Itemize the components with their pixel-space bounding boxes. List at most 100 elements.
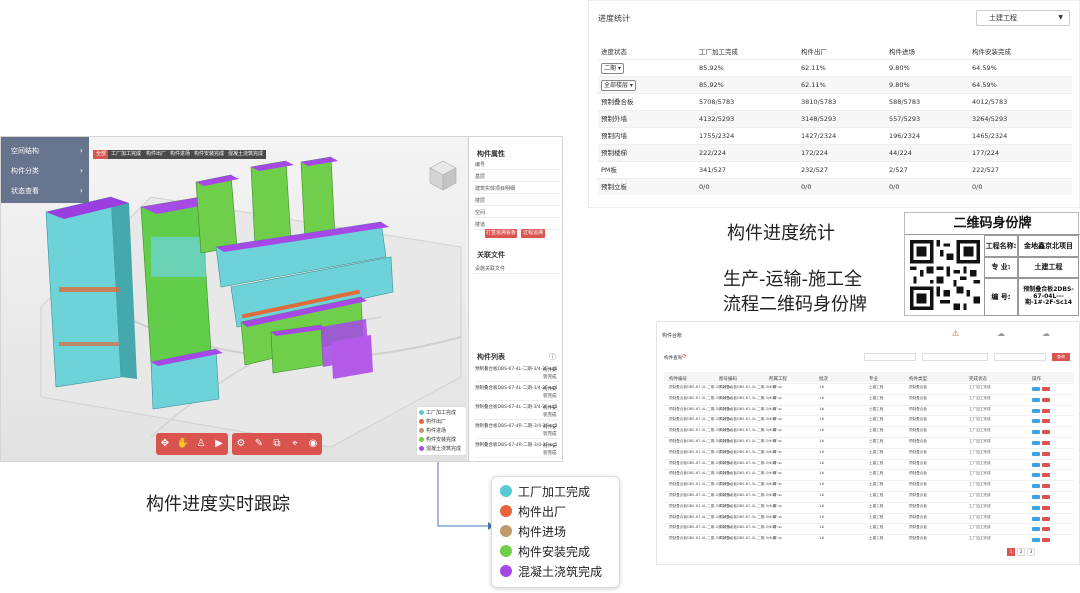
edit-button[interactable] xyxy=(1042,484,1050,489)
status-legend-small: 工厂加工完成 构件出厂 构件进场 构件安装完成 混凝土浇筑完成 xyxy=(416,406,467,456)
measure-icon[interactable]: ✎ xyxy=(250,433,268,455)
edit-button[interactable] xyxy=(1042,527,1050,532)
table-row: 预制内墙 1755/2324 1427/2324 196/2324 1465/2… xyxy=(598,127,1072,144)
view-button[interactable] xyxy=(1032,430,1040,435)
cell-batch: 1# xyxy=(819,395,825,400)
cell-project: 一期 xyxy=(769,449,777,454)
edit-button[interactable] xyxy=(1042,430,1050,435)
tag-factory[interactable]: 工厂加工完成 xyxy=(108,150,145,159)
component-list-item[interactable]: 预制叠合板DBS-67-4R-二期-3/4-2F-sc1 构件安装完成 xyxy=(475,442,559,458)
table-row[interactable]: 预制叠合板DBS-67-4L-二期-3/4-2F-sc 预制叠合板DBS-67-4… xyxy=(664,415,1074,426)
view-button[interactable] xyxy=(1032,451,1040,456)
component-list-item[interactable]: 预制叠合板DBS-67-4L-二期-3/4-2F-sd4 构件安装完成 xyxy=(475,385,559,401)
person-icon[interactable]: ♙ xyxy=(192,433,210,455)
view-button[interactable] xyxy=(1032,484,1040,489)
table-row[interactable]: 预制叠合板DBS-67-4L-二期-3/4-2F-sc 预制叠合板DBS-67-4… xyxy=(664,447,1074,459)
cell-major: 土建工程 xyxy=(869,385,884,389)
track-board-button[interactable]: 打签追溯看板 xyxy=(485,229,517,238)
phase-select[interactable]: 二期 ▾ xyxy=(601,63,624,74)
view-button[interactable] xyxy=(1032,516,1040,521)
cell-major: 土建工程 xyxy=(869,417,884,422)
view-button[interactable] xyxy=(1032,538,1040,543)
edit-button[interactable] xyxy=(1042,538,1050,543)
location-icon[interactable]: ⌖ xyxy=(286,433,304,455)
file-row[interactable]: 设施关联文件 xyxy=(473,264,561,274)
tag-all[interactable]: 全部 xyxy=(93,150,110,159)
attr-row: 空间 xyxy=(473,208,561,218)
cell-status: 工厂加工完成 xyxy=(969,482,991,487)
cell-project: 一期 xyxy=(769,417,777,422)
chevron-right-icon: › xyxy=(79,166,83,175)
edit-button[interactable] xyxy=(1042,441,1050,445)
page-button[interactable]: 3 xyxy=(1027,548,1035,556)
view-button[interactable] xyxy=(1032,441,1040,445)
navigate-icon[interactable]: ✥ xyxy=(156,433,174,455)
table-row[interactable]: 预制叠合板DBS-67-4L-二期-3/4-2F-sc 预制叠合板DBS-67-4… xyxy=(664,437,1074,448)
hand-icon[interactable]: ✋ xyxy=(174,433,192,455)
edit-button[interactable] xyxy=(1042,451,1050,456)
edit-button[interactable] xyxy=(1042,505,1050,510)
page-button[interactable]: 2 xyxy=(1017,548,1025,556)
edit-button[interactable] xyxy=(1042,473,1050,478)
cell-type: 预制叠合板 xyxy=(909,514,927,519)
cell-type: 预制叠合板 xyxy=(909,525,927,530)
section-icon[interactable]: ⧉ xyxy=(268,433,286,455)
table-row[interactable]: 预制叠合板DBS-67-4L-二期-3/4-2F-sc 预制叠合板DBS-67-4… xyxy=(664,469,1074,480)
view-button[interactable] xyxy=(1032,462,1040,467)
cell-batch: 1# xyxy=(819,514,825,519)
table-row[interactable]: 预制叠合板DBS-67-4L-二期-3/4-2F-sc 预制叠合板DBS-67-4… xyxy=(664,458,1074,470)
cell-batch: 1# xyxy=(819,482,825,487)
help-icon[interactable]: ⓘ xyxy=(549,352,556,362)
table-row[interactable]: 预制叠合板DBS-67-4L-二期-3/4-2F-sc 预制叠合板DBS-67-4… xyxy=(664,523,1074,534)
eye-icon[interactable]: ◉ xyxy=(304,433,322,455)
table-row[interactable]: 预制叠合板DBS-67-4L-二期-3/4-2F-sc 预制叠合板DBS-67-4… xyxy=(664,501,1074,513)
component-list-item[interactable]: 预制叠合板DBS-67-4R-二期-3/4-2F-sc3 构件安装完成 xyxy=(475,423,559,439)
menu-item-category[interactable]: 构件分类 › xyxy=(1,161,89,181)
table-row[interactable]: 预制叠合板DBS-67-4L-二期-3/4-2F-sc 预制叠合板DBS-67-4… xyxy=(664,393,1074,405)
edit-button[interactable] xyxy=(1042,516,1050,521)
tag-shipped[interactable]: 构件出厂 xyxy=(143,150,170,159)
table-row: 预制立板 0/0 0/0 0/0 0/0 xyxy=(598,178,1072,195)
view-button[interactable] xyxy=(1032,419,1040,424)
view-button[interactable] xyxy=(1032,505,1040,510)
edit-button[interactable] xyxy=(1042,387,1050,391)
camera-icon[interactable]: ▶ xyxy=(210,433,228,455)
table-row[interactable]: 预制叠合板DBS-67-4L-二期-3/4-2F-sc 预制叠合板DBS-67-4… xyxy=(664,512,1074,524)
project-type-select[interactable]: 土建工程 ▼ xyxy=(976,10,1070,26)
page-button[interactable]: 1 xyxy=(1007,548,1015,556)
tag-installed[interactable]: 构件安装完成 xyxy=(191,150,228,159)
view-button[interactable] xyxy=(1032,408,1040,413)
qr-value-code: 预制叠合板2DBS-67-04L---期-1#-2F-Sc14 xyxy=(1018,278,1079,316)
edit-button[interactable] xyxy=(1042,495,1050,499)
view-button[interactable] xyxy=(1032,473,1040,478)
component-list-item[interactable]: 预制叠合板DBS-67-4L-二期-3/4-2F-sd3 构件安装完成 xyxy=(475,404,559,420)
settings-icon[interactable]: ⚙ xyxy=(232,433,250,455)
edit-button[interactable] xyxy=(1042,462,1050,467)
tag-poured[interactable]: 混凝土浇筑完成 xyxy=(225,150,267,159)
trace-button[interactable]: 过程追溯 xyxy=(521,229,545,238)
tag-arrived[interactable]: 构件进场 xyxy=(167,150,194,159)
floor-select[interactable]: 全部楼层 ▾ xyxy=(601,80,636,91)
view-cube-icon[interactable] xyxy=(428,159,458,193)
component-list-item[interactable]: 预制叠合板DBS-67-4L-二期-3/4-2F-sd6 构件安装完成 xyxy=(475,366,559,382)
edit-button[interactable] xyxy=(1042,397,1050,402)
table-row[interactable]: 预制叠合板DBS-67-4L-二期-3/4-2F-sc 预制叠合板DBS-67-4… xyxy=(664,426,1074,437)
menu-item-spatial[interactable]: 空间结构 › xyxy=(1,141,89,161)
edit-button[interactable] xyxy=(1042,419,1050,424)
edit-button[interactable] xyxy=(1042,408,1050,413)
view-button[interactable] xyxy=(1032,397,1040,402)
view-button[interactable] xyxy=(1032,387,1040,391)
cell-batch: 1# xyxy=(819,406,825,411)
table-row[interactable]: 预制叠合板DBS-67-4L-二期-3/4-2F-sc 预制叠合板DBS-67-4… xyxy=(664,491,1074,502)
chevron-right-icon: › xyxy=(79,186,83,195)
table-row[interactable]: 预制叠合板DBS-67-4L-二期-3/4-2F-sc 预制叠合板DBS-67-4… xyxy=(664,383,1074,394)
cell-type: 预制叠合板 xyxy=(909,471,927,476)
table-row[interactable]: 预制叠合板DBS-67-4L-二期-3/4-2F-sc 预制叠合板DBS-67-4… xyxy=(664,404,1074,416)
menu-item-status[interactable]: 状态查看 › xyxy=(1,181,89,201)
cell-batch: 1# xyxy=(819,536,825,541)
view-button[interactable] xyxy=(1032,527,1040,532)
table-row[interactable]: 预制叠合板DBS-67-4L-二期-3/4-2F-sc 预制叠合板DBS-67-4… xyxy=(664,534,1074,545)
attr-row: 基层 xyxy=(473,172,561,182)
table-row[interactable]: 预制叠合板DBS-67-4L-二期-3/4-2F-sc 预制叠合板DBS-67-4… xyxy=(664,480,1074,491)
view-button[interactable] xyxy=(1032,495,1040,499)
